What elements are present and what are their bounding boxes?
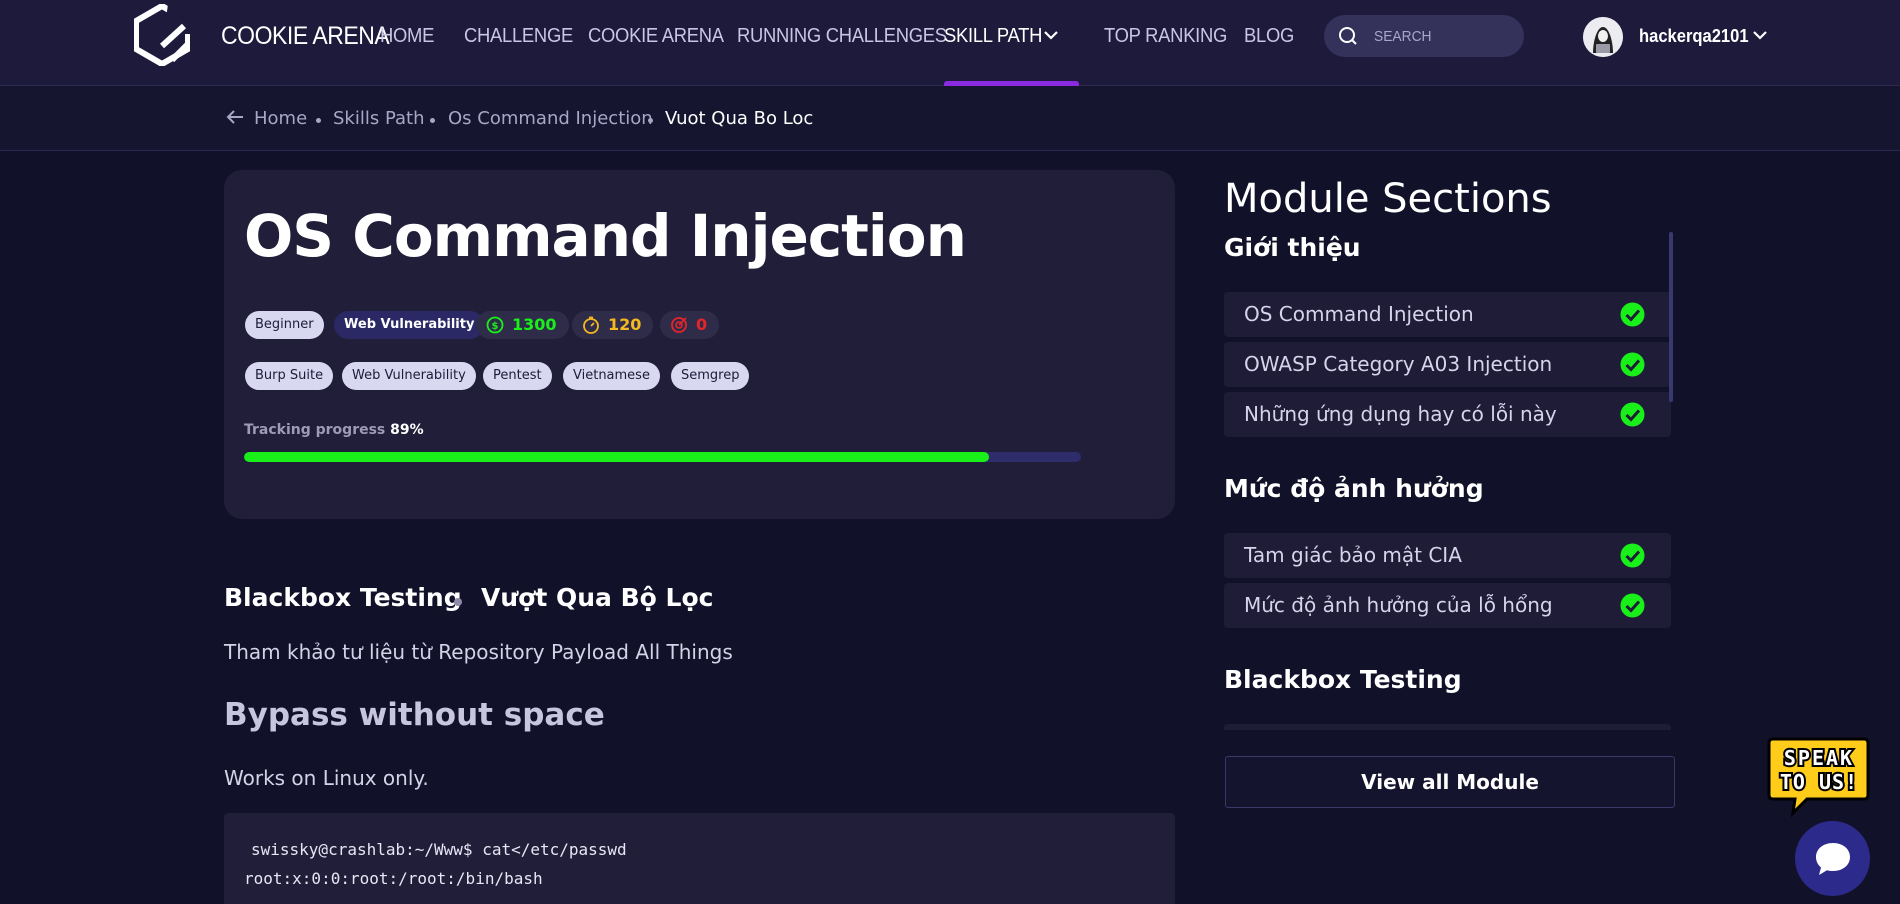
code-line: swissky@crashlab:~/Www$ cat</etc/passwd — [251, 840, 627, 859]
module-sections-list[interactable]: Giới thiệu OS Command Injection OWASP Cate… — [1224, 230, 1676, 730]
points-value: 1300 — [512, 315, 557, 334]
nav-home[interactable]: HOME — [380, 25, 434, 48]
check-circle-icon — [1620, 402, 1645, 427]
search-box[interactable] — [1324, 15, 1524, 57]
tag-vietnamese[interactable]: Vietnamese — [563, 362, 660, 390]
breadcrumb-current: Vuot Qua Bo Loc — [665, 108, 814, 129]
progress-label: Tracking progress 89% — [244, 422, 424, 438]
module-item-label: OWASP Category A03 Injection — [1244, 352, 1553, 376]
article-heading: Bypass without space — [224, 697, 605, 733]
check-circle-icon — [1620, 352, 1645, 377]
progress-fill — [244, 452, 989, 462]
code-line: root:x:0:0:root:/root:/bin/bash — [244, 869, 543, 888]
module-item-label: Mức độ ảnh hưởng của lỗ hổng — [1244, 593, 1553, 617]
timer-icon — [583, 316, 599, 334]
points-stat: $ 1300 — [476, 311, 569, 339]
chat-bubble-icon — [1816, 843, 1850, 875]
article-note: Works on Linux only. — [224, 766, 429, 790]
level-badge: Beginner — [245, 311, 324, 339]
article-intro: Tham khảo tư liệu từ Repository Payload … — [224, 640, 733, 664]
logo-icon[interactable] — [134, 4, 190, 66]
module-item[interactable]: OWASP Category A03 Injection — [1224, 342, 1671, 387]
search-icon — [1339, 27, 1357, 45]
module-item[interactable]: Mức độ ảnh hưởng của lỗ hổng — [1224, 583, 1671, 628]
check-circle-icon — [1620, 593, 1645, 618]
chat-button[interactable] — [1795, 821, 1870, 896]
progress-label-text: Tracking progress — [244, 422, 386, 438]
section-title: Mức độ ảnh hưởng — [1224, 474, 1484, 503]
code-block[interactable]: swissky@crashlab:~/Www$ cat</etc/passwd … — [224, 813, 1175, 904]
attempts-value: 0 — [696, 315, 708, 334]
page-title: OS Command Injection — [244, 202, 967, 270]
breadcrumb-separator — [316, 118, 321, 123]
check-circle-icon — [1620, 302, 1645, 327]
category-badge: Web Vulnerability — [334, 311, 485, 339]
search-input[interactable] — [1374, 23, 1503, 49]
view-all-module-button[interactable]: View all Module — [1225, 756, 1675, 808]
time-value: 120 — [608, 315, 642, 334]
speak-line-1: SPEAK — [1784, 746, 1854, 770]
breadcrumb-home[interactable]: Home — [254, 108, 307, 129]
tag-burp-suite[interactable]: Burp Suite — [245, 362, 334, 390]
article-topic: Vượt Qua Bộ Lọc — [481, 583, 714, 612]
points-icon: $ — [486, 316, 504, 334]
module-item-label: Tam giác bảo mật CIA — [1244, 543, 1462, 567]
nav-blog[interactable]: BLOG — [1244, 25, 1294, 48]
tag-web-vulnerability[interactable]: Web Vulnerability — [342, 362, 476, 390]
module-card: OS Command Injection Beginner Web Vulner… — [224, 170, 1175, 519]
heading-separator — [454, 598, 462, 606]
username[interactable]: hackerqa2101 — [1639, 26, 1749, 47]
progress-percent: 89% — [390, 422, 424, 438]
article-section: Blackbox Testing — [224, 583, 462, 612]
attempts-stat: 0 — [660, 311, 720, 339]
tag-semgrep[interactable]: Semgrep — [671, 362, 750, 390]
module-item[interactable]: OS Command Injection — [1224, 292, 1671, 337]
module-item-label: Những ứng dụng hay có lỗi này — [1244, 402, 1557, 426]
progress-bar — [244, 452, 1081, 462]
check-circle-icon — [1620, 543, 1645, 568]
nav-cookie-arena[interactable]: COOKIE ARENA — [588, 25, 724, 48]
breadcrumb-skills-path[interactable]: Skills Path — [333, 108, 425, 129]
module-item[interactable]: Blackbox Testing — [1224, 724, 1671, 730]
avatar-hacker-icon — [1583, 17, 1623, 57]
tag-pentest[interactable]: Pentest — [483, 362, 552, 390]
module-item[interactable]: Những ứng dụng hay có lỗi này — [1224, 392, 1671, 437]
brand-name[interactable]: COOKIE ARENA — [221, 22, 390, 51]
breadcrumb: Home Skills Path Os Command Injection Vu… — [0, 86, 1900, 151]
breadcrumb-separator — [430, 118, 435, 123]
nav-challenge[interactable]: CHALLENGE — [464, 25, 573, 48]
time-stat: 120 — [572, 311, 654, 339]
module-item[interactable]: Tam giác bảo mật CIA — [1224, 533, 1671, 578]
nav-skill-path[interactable]: SKILL PATH — [944, 25, 1042, 48]
nav-top-ranking[interactable]: TOP RANKING — [1104, 25, 1227, 48]
nav-running-challenges[interactable]: RUNNING CHALLENGES — [737, 25, 947, 48]
chevron-down-icon[interactable] — [1043, 29, 1059, 41]
chevron-down-icon[interactable] — [1752, 29, 1768, 41]
svg-text:$: $ — [492, 321, 499, 332]
sidebar-scrollbar[interactable] — [1669, 232, 1673, 402]
module-item-label: OS Command Injection — [1244, 302, 1474, 326]
breadcrumb-separator — [648, 118, 653, 123]
speak-line-2: TO US! — [1780, 770, 1858, 794]
breadcrumb-os-command-injection[interactable]: Os Command Injection — [448, 108, 653, 129]
speak-to-us-badge[interactable]: SPEAK TO US! — [1767, 737, 1870, 817]
top-navbar: COOKIE ARENA HOME CHALLENGE COOKIE ARENA… — [0, 0, 1900, 86]
section-title: Blackbox Testing — [1224, 665, 1462, 694]
module-sections-title: Module Sections — [1224, 176, 1552, 222]
avatar[interactable] — [1583, 17, 1623, 57]
section-title: Giới thiệu — [1224, 233, 1361, 262]
back-arrow-icon[interactable] — [226, 109, 244, 125]
target-icon — [671, 317, 687, 333]
